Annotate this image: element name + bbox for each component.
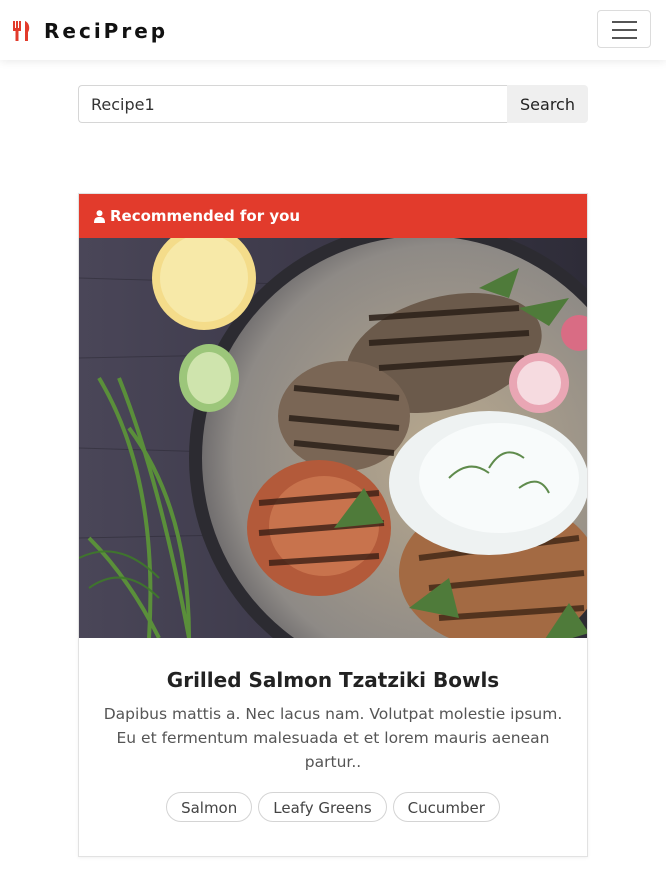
brand[interactable]: ReciPrep <box>12 18 168 44</box>
search-button[interactable]: Search <box>507 85 588 123</box>
recipe-image[interactable] <box>79 238 587 638</box>
card-header: Recommended for you <box>79 194 587 238</box>
tag-salmon[interactable]: Salmon <box>166 792 253 822</box>
recipe-description: Dapibus mattis a. Nec lacus nam. Volutpa… <box>103 705 563 771</box>
brand-name: ReciPrep <box>44 19 169 43</box>
search-input[interactable] <box>78 85 507 123</box>
recipe-card[interactable]: Recommended for you Grilled Salmon Tzatz… <box>78 193 588 857</box>
tag-leafy-greens[interactable]: Leafy Greens <box>258 792 387 822</box>
search-bar: Search <box>78 85 588 123</box>
fork-knife-icon <box>13 21 30 41</box>
card-body: Grilled Salmon Tzatziki Bowls Dapibus ma… <box>79 638 587 822</box>
card-header-label: Recommended for you <box>110 207 301 225</box>
tag-cucumber[interactable]: Cucumber <box>392 792 500 822</box>
hamburger-menu-icon <box>612 21 637 23</box>
hamburger-menu-icon <box>612 29 637 31</box>
ingredient-tags: Salmon Leafy Greens Cucumber <box>79 792 587 822</box>
navbar-toggle-button[interactable] <box>597 10 651 48</box>
navbar: ReciPrep <box>0 0 666 60</box>
hamburger-menu-icon <box>612 37 637 39</box>
recipe-title[interactable]: Grilled Salmon Tzatziki Bowls <box>79 666 587 694</box>
user-icon <box>94 209 105 223</box>
